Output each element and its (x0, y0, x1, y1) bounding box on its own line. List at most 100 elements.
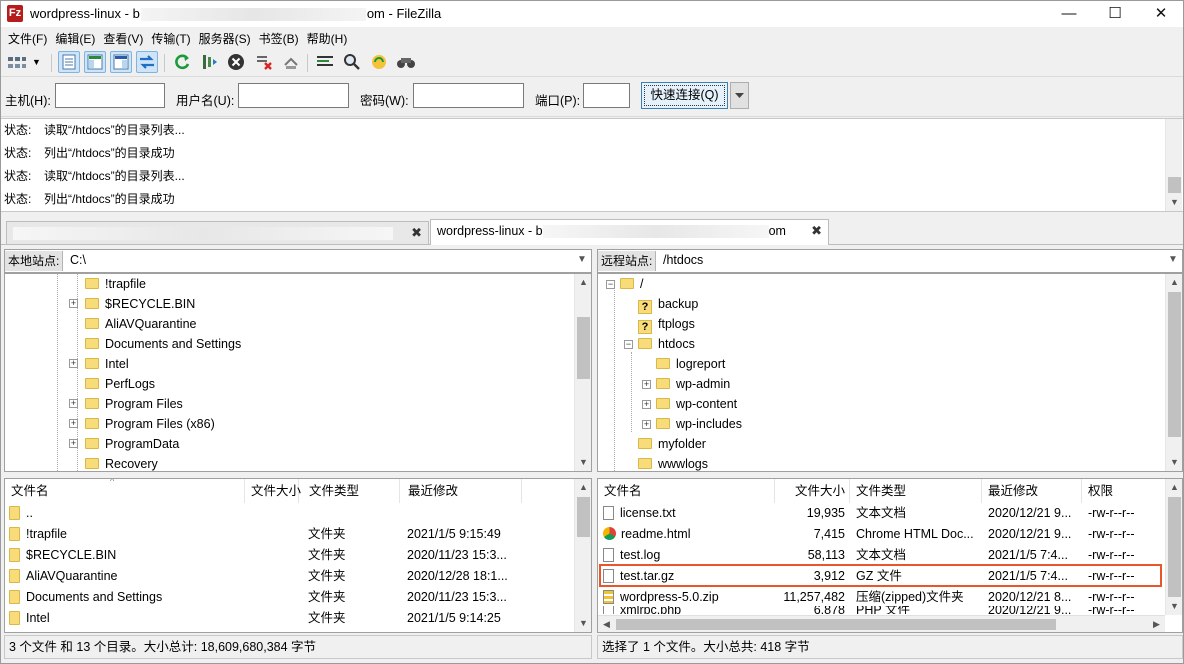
remote-column-size[interactable]: 文件大小 (775, 479, 850, 503)
local-file-row[interactable]: AliAVQuarantine (9, 566, 118, 587)
minimize-button[interactable]: — (1046, 1, 1092, 27)
menu-bookmarks[interactable]: 书签(B) (252, 27, 299, 47)
local-tree-scroll-thumb[interactable] (577, 317, 590, 379)
scroll-left-icon[interactable]: ◀ (598, 616, 615, 632)
remote-file-row[interactable]: readme.html (603, 524, 690, 545)
tab-connection-2[interactable]: wordpress-linux - b om ✖ (430, 219, 829, 245)
collapse-icon[interactable]: − (606, 280, 615, 289)
port-input[interactable] (583, 83, 630, 108)
scroll-right-icon[interactable]: ▶ (1148, 616, 1165, 632)
remote-tree-item[interactable]: logreport (656, 354, 725, 374)
local-tree-item[interactable]: $RECYCLE.BIN (85, 294, 195, 314)
remote-file-row[interactable]: xmlrpc.php (603, 606, 681, 614)
remote-tree-item[interactable]: wp-includes (656, 414, 742, 434)
scroll-down-icon[interactable]: ▼ (1166, 598, 1182, 615)
password-input[interactable] (413, 83, 524, 108)
remote-file-row-clipped[interactable]: xmlrpc.php 6,878 PHP 文件 2020/12/21 9... … (598, 606, 1165, 614)
remote-column-filename[interactable]: 文件名 (598, 479, 775, 503)
scroll-up-icon[interactable]: ▲ (575, 479, 591, 496)
menu-view[interactable]: 查看(V) (96, 27, 143, 47)
scroll-down-icon[interactable]: ▼ (1166, 454, 1182, 471)
local-tree-item[interactable]: Program Files (85, 394, 183, 414)
remote-tree-item[interactable]: / (620, 274, 643, 294)
cancel-icon[interactable] (225, 51, 247, 73)
remote-tree-item[interactable]: wp-content (656, 394, 737, 414)
remote-tree-item[interactable]: ? ftplogs (638, 314, 695, 334)
chevron-down-icon[interactable]: ▼ (577, 254, 587, 265)
expand-icon[interactable]: + (69, 359, 78, 368)
local-file-row[interactable]: .. (9, 503, 33, 524)
local-tree-item[interactable]: PerfLogs (85, 374, 155, 394)
quickconnect-button[interactable]: 快速连接(Q) (641, 82, 728, 109)
menu-transfer[interactable]: 传输(T) (144, 27, 190, 47)
remote-file-row[interactable]: test.log (603, 545, 660, 566)
local-tree-item[interactable]: Recovery (85, 454, 158, 471)
log-scroll-thumb[interactable] (1168, 177, 1181, 193)
local-path-input[interactable]: C:\ (70, 253, 86, 267)
local-file-row[interactable]: Documents and Settings (9, 587, 162, 608)
collapse-icon[interactable]: − (624, 340, 633, 349)
local-list-scroll-thumb[interactable] (577, 497, 590, 537)
local-file-row[interactable]: $RECYCLE.BIN (9, 545, 116, 566)
scroll-down-icon[interactable]: ▼ (575, 454, 591, 471)
local-tree-item[interactable]: ProgramData (85, 434, 179, 454)
remote-tree-item[interactable]: ? backup (638, 294, 698, 314)
local-tree-scrollbar[interactable]: ▲ ▼ (574, 274, 591, 471)
local-column-filename[interactable]: 文件名 (5, 479, 245, 503)
local-tree-item[interactable]: !trapfile (85, 274, 146, 294)
tab-close-icon[interactable]: ✖ (811, 220, 822, 242)
refresh-icon[interactable] (171, 51, 193, 73)
scroll-up-icon[interactable]: ▲ (1166, 274, 1182, 291)
reconnect-icon[interactable] (280, 51, 302, 73)
expand-icon[interactable]: + (642, 420, 651, 429)
remote-list-scroll-thumb[interactable] (1168, 497, 1181, 597)
remote-list-hscroll-thumb[interactable] (616, 619, 1056, 630)
remote-column-type[interactable]: 文件类型 (850, 479, 982, 503)
local-file-row[interactable]: Intel (9, 608, 50, 629)
chevron-down-icon[interactable]: ▼ (1168, 254, 1178, 265)
remote-file-row[interactable]: wordpress-5.0.zip (603, 587, 719, 608)
tab-close-icon[interactable]: ✖ (411, 222, 422, 244)
remote-column-modified[interactable]: 最近修改 (982, 479, 1082, 503)
host-input[interactable] (55, 83, 165, 108)
menu-help[interactable]: 帮助(H) (300, 27, 348, 47)
expand-icon[interactable]: + (69, 439, 78, 448)
scroll-down-icon[interactable]: ▼ (1166, 194, 1183, 211)
local-column-size[interactable]: 文件大小 (245, 479, 301, 503)
expand-icon[interactable]: + (642, 400, 651, 409)
local-tree-item[interactable]: Program Files (x86) (85, 414, 215, 434)
menu-file[interactable]: 文件(F) (1, 27, 47, 47)
local-tree-item[interactable]: Intel (85, 354, 129, 374)
remote-tree-item[interactable]: htdocs (638, 334, 695, 354)
expand-icon[interactable]: + (69, 419, 78, 428)
username-input[interactable] (238, 83, 349, 108)
remote-tree-item[interactable]: wp-admin (656, 374, 730, 394)
dropdown-arrow-icon[interactable]: ▼ (32, 57, 41, 67)
remote-file-row[interactable]: license.txt (603, 503, 676, 524)
remote-tree-scroll-thumb[interactable] (1168, 292, 1181, 437)
directory-listing-filters-icon[interactable] (314, 51, 336, 73)
expand-icon[interactable]: + (69, 399, 78, 408)
local-tree-item[interactable]: Documents and Settings (85, 334, 241, 354)
expand-icon[interactable]: + (69, 299, 78, 308)
log-scrollbar[interactable]: ▼ (1165, 119, 1182, 211)
disconnect-icon[interactable] (253, 51, 275, 73)
remote-tree-item[interactable]: wwwlogs (638, 454, 708, 471)
toggle-local-tree-icon[interactable] (84, 51, 106, 73)
scroll-up-icon[interactable]: ▲ (575, 274, 591, 291)
local-column-type[interactable]: 文件类型 (303, 479, 400, 503)
remote-column-permissions[interactable]: 权限 (1082, 479, 1167, 503)
scroll-down-icon[interactable]: ▼ (575, 615, 591, 632)
toggle-queue-icon[interactable] (136, 51, 158, 73)
scroll-up-icon[interactable]: ▲ (1166, 479, 1182, 496)
toggle-filename-filters-icon[interactable] (341, 51, 363, 73)
close-button[interactable]: ✕ (1138, 1, 1184, 27)
menu-server[interactable]: 服务器(S) (192, 27, 251, 47)
site-manager-icon[interactable] (6, 51, 28, 73)
local-file-row[interactable]: !trapfile (9, 524, 67, 545)
search-remote-files-icon[interactable] (395, 51, 417, 73)
sync-browsing-icon[interactable] (368, 51, 390, 73)
local-tree-item[interactable]: AliAVQuarantine (85, 314, 197, 334)
local-list-scrollbar[interactable]: ▲ ▼ (574, 479, 591, 632)
remote-tree-scrollbar[interactable]: ▲ ▼ (1165, 274, 1182, 471)
